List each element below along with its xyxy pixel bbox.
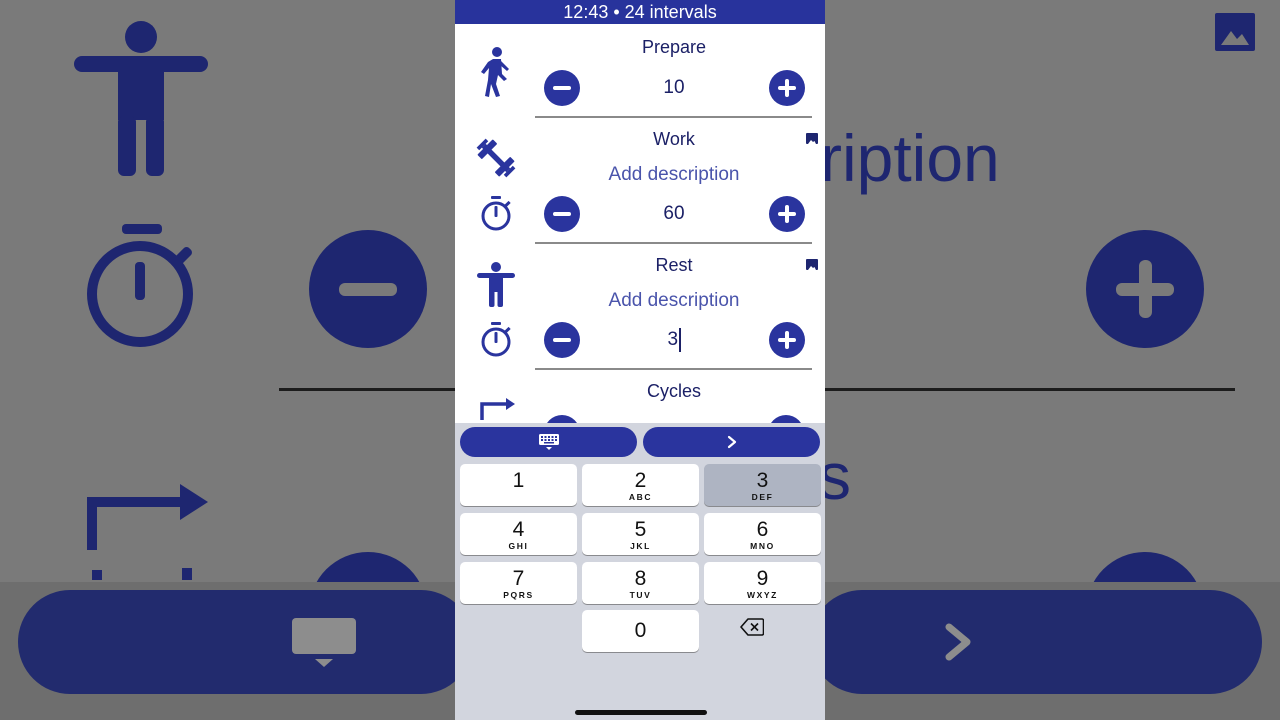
prepare-stepper: 10 bbox=[543, 70, 805, 106]
key-8[interactable]: 8 TUV bbox=[582, 562, 699, 604]
divider bbox=[535, 242, 812, 244]
rest-value-input[interactable]: 3 bbox=[583, 322, 765, 358]
work-timer-icon-cell bbox=[475, 195, 517, 233]
phone-screen: 12:43 • 24 intervals Prepare 10 Work Add… bbox=[455, 0, 825, 720]
repeat-icon bbox=[87, 484, 208, 580]
dumbbell-icon bbox=[476, 138, 516, 178]
next-field-button[interactable] bbox=[643, 427, 820, 457]
repeat-icon bbox=[480, 398, 515, 420]
divider bbox=[535, 116, 812, 118]
cycles-title: Cycles bbox=[646, 381, 701, 401]
key-9[interactable]: 9 WXYZ bbox=[704, 562, 821, 604]
key-4[interactable]: 4 GHI bbox=[460, 513, 577, 555]
rest-increment-button[interactable] bbox=[769, 322, 805, 358]
bg-keyboard-button bbox=[18, 590, 473, 694]
chevron-right-icon bbox=[727, 435, 736, 449]
prepare-icon-cell bbox=[475, 46, 517, 98]
work-decrement-button[interactable] bbox=[544, 196, 580, 232]
rest-description-input[interactable]: Add description bbox=[535, 290, 813, 312]
work-increment-button[interactable] bbox=[769, 196, 805, 232]
chevron-right-icon bbox=[945, 623, 971, 661]
key-3[interactable]: 3 DEF bbox=[704, 464, 821, 506]
work-stepper: 60 bbox=[543, 196, 805, 232]
key-6[interactable]: 6 MNO bbox=[704, 513, 821, 555]
backspace-icon bbox=[740, 618, 765, 636]
key-5[interactable]: 5 JKL bbox=[582, 513, 699, 555]
key-7[interactable]: 7 PQRS bbox=[460, 562, 577, 604]
keyboard-icon bbox=[538, 434, 559, 450]
stopwatch-icon bbox=[481, 322, 511, 357]
screen: ription s 12:43 • 24 intervals Prepare 1… bbox=[0, 0, 1280, 720]
rest-icon-cell bbox=[475, 262, 517, 308]
rest-timer-icon-cell bbox=[475, 321, 517, 359]
rest-stepper: 3 bbox=[543, 322, 805, 358]
key-1[interactable]: 1 bbox=[460, 464, 577, 506]
work-title: Work bbox=[653, 129, 695, 149]
work-description-input[interactable]: Add description bbox=[535, 164, 813, 186]
prepare-decrement-button[interactable] bbox=[544, 70, 580, 106]
bg-next-button bbox=[810, 590, 1262, 694]
stopwatch-icon bbox=[87, 224, 193, 347]
numeric-keyboard: 1 2 ABC 3 DEF 4 GHI 5 JKL 6 MNO 7 PQRS 8 TUV 9W… bbox=[455, 423, 825, 720]
backspace-key[interactable] bbox=[740, 618, 765, 636]
work-value-input[interactable]: 60 bbox=[583, 196, 765, 232]
bg-plus-circle bbox=[1086, 230, 1204, 348]
key-2[interactable]: 2 ABC bbox=[582, 464, 699, 506]
key-0[interactable]: 0 bbox=[582, 610, 699, 652]
standing-person-icon bbox=[74, 21, 208, 176]
home-indicator bbox=[575, 710, 707, 715]
prepare-title: Prepare bbox=[641, 37, 707, 57]
rest-decrement-button[interactable] bbox=[544, 322, 580, 358]
rest-value-text: 3 bbox=[667, 329, 679, 350]
hide-keyboard-button[interactable] bbox=[460, 427, 637, 457]
divider bbox=[535, 368, 812, 370]
keyboard-icon bbox=[292, 618, 356, 667]
image-icon bbox=[1215, 13, 1255, 51]
standing-person-icon bbox=[477, 262, 515, 307]
image-icon[interactable] bbox=[806, 259, 818, 270]
text-caret bbox=[679, 327, 681, 352]
title-bar: 12:43 • 24 intervals bbox=[455, 0, 825, 24]
work-icon-cell bbox=[475, 134, 517, 182]
bg-text-description: ription bbox=[820, 121, 1000, 195]
rest-title: Rest bbox=[655, 255, 693, 275]
prepare-increment-button[interactable] bbox=[769, 70, 805, 106]
walking-person-icon bbox=[481, 47, 509, 97]
bg-minus-circle bbox=[309, 230, 427, 348]
image-icon[interactable] bbox=[806, 133, 818, 144]
prepare-value-input[interactable]: 10 bbox=[583, 70, 765, 106]
stopwatch-icon bbox=[481, 196, 511, 231]
